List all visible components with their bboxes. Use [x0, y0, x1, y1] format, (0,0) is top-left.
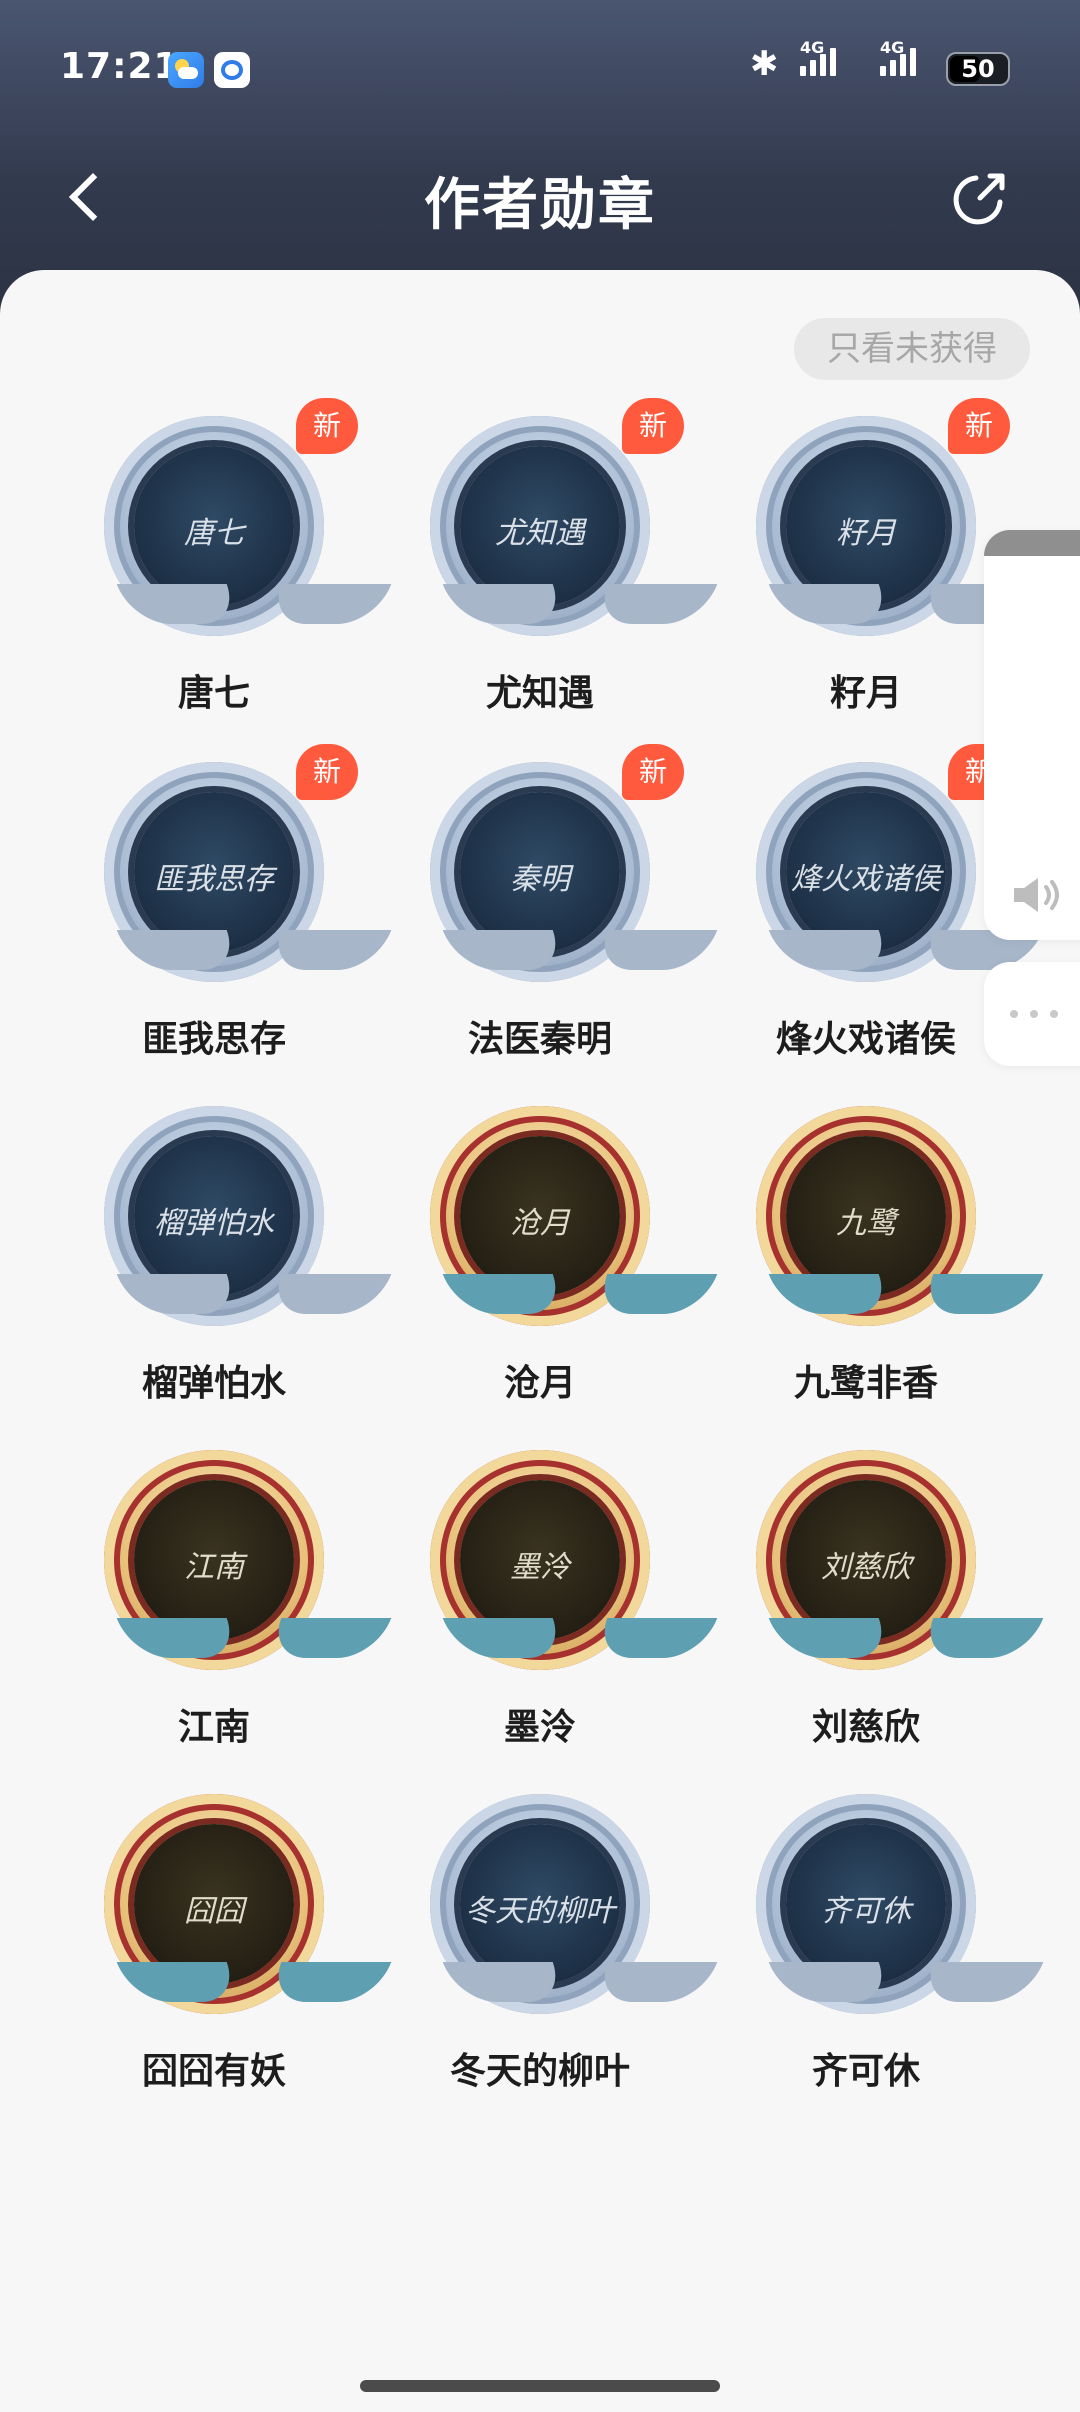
- medal-icon: 刘慈欣: [756, 1450, 976, 1670]
- badge-name: 法医秦明: [467, 1019, 612, 1060]
- signal-icon: 4G: [800, 38, 836, 88]
- badge-name: 囧囧有妖: [141, 2051, 286, 2092]
- badge-item[interactable]: 沧月 沧月: [390, 1086, 690, 1416]
- weather-icon: [168, 52, 204, 88]
- badge-item[interactable]: 九鹭 九鹭非香: [716, 1086, 1016, 1416]
- badge-item[interactable]: 刘慈欣 刘慈欣: [716, 1430, 1016, 1760]
- home-indicator[interactable]: [360, 2380, 720, 2392]
- badge-name: 烽火戏诸侯: [775, 1019, 956, 1060]
- signature-text: 江南: [184, 1550, 244, 1585]
- badge-item[interactable]: 新 匪我思存 匪我思存: [64, 742, 364, 1072]
- badge-name: 尤知遇: [485, 673, 594, 714]
- badge-item[interactable]: 新 秦明 法医秦明: [390, 742, 690, 1072]
- badge-item[interactable]: 新 尤知遇 尤知遇: [390, 396, 690, 726]
- signature-text: 墨泠: [510, 1550, 570, 1585]
- badge-item[interactable]: 江南 江南: [64, 1430, 364, 1760]
- signature-text: 刘慈欣: [821, 1550, 911, 1585]
- filter-unobtained-button[interactable]: 只看未获得: [794, 318, 1030, 380]
- new-tag: 新: [622, 398, 684, 454]
- badge-name: 九鹭非香: [793, 1363, 938, 1404]
- badge-name: 刘慈欣: [811, 1707, 920, 1748]
- new-tag: 新: [948, 398, 1010, 454]
- badge-item[interactable]: 囧囧 囧囧有妖: [64, 1774, 364, 2104]
- badge-item[interactable]: 榴弹怕水 榴弹怕水: [64, 1086, 364, 1416]
- medal-icon: 齐可休: [756, 1794, 976, 2014]
- medal-icon: 墨泠: [430, 1450, 650, 1670]
- signature-text: 秦明: [510, 862, 570, 897]
- medal-icon: 烽火戏诸侯: [756, 762, 976, 982]
- medal-icon: 秦明: [430, 762, 650, 982]
- badge-name: 榴弹怕水: [141, 1363, 286, 1404]
- medal-icon: 沧月: [430, 1106, 650, 1326]
- medal-icon: 尤知遇: [430, 416, 650, 636]
- status-bar: 17:21 ✱ 4G 4G 50: [0, 0, 1080, 140]
- medal-icon: 囧囧: [104, 1794, 324, 2014]
- battery-level: 50: [961, 55, 995, 83]
- more-dots-icon[interactable]: [1010, 1010, 1070, 1020]
- page-title: 作者勋章: [424, 173, 656, 238]
- badge-name: 沧月: [503, 1363, 576, 1404]
- badge-name: 江南: [177, 1707, 250, 1748]
- signature-text: 籽月: [836, 516, 896, 551]
- medal-icon: 匪我思存: [104, 762, 324, 982]
- new-tag: 新: [296, 744, 358, 800]
- signature-text: 九鹭: [836, 1206, 896, 1241]
- new-tag: 新: [622, 744, 684, 800]
- badge-name: 墨泠: [503, 1707, 576, 1748]
- medal-icon: 冬天的柳叶: [430, 1794, 650, 2014]
- panel-handle[interactable]: [984, 530, 1080, 556]
- status-time: 17:21: [60, 46, 180, 87]
- network-type-label: 4G: [880, 38, 905, 57]
- network-type-label: 4G: [800, 38, 825, 57]
- signature-text: 沧月: [510, 1206, 570, 1241]
- signature-text: 齐可休: [821, 1894, 911, 1929]
- signature-text: 榴弹怕水: [154, 1206, 274, 1241]
- signature-text: 唐七: [184, 516, 244, 551]
- badge-name: 唐七: [177, 673, 250, 714]
- badge-item[interactable]: 冬天的柳叶 冬天的柳叶: [390, 1774, 690, 2104]
- badge-name: 籽月: [829, 673, 902, 714]
- badge-item[interactable]: 齐可休 齐可休: [716, 1774, 1016, 2104]
- medal-icon: 籽月: [756, 416, 976, 636]
- battery-icon: 50: [946, 52, 1010, 86]
- badge-item[interactable]: 新 烽火戏诸侯 烽火戏诸侯: [716, 742, 1016, 1072]
- medal-icon: 九鹭: [756, 1106, 976, 1326]
- signature-text: 烽火戏诸侯: [791, 862, 941, 897]
- bluetooth-icon: ✱: [750, 44, 779, 84]
- speaker-icon[interactable]: [1010, 872, 1066, 918]
- badge-item[interactable]: 墨泠 墨泠: [390, 1430, 690, 1760]
- medal-icon: 唐七: [104, 416, 324, 636]
- badge-item[interactable]: 新 唐七 唐七: [64, 396, 364, 726]
- badge-name: 齐可休: [811, 2051, 920, 2092]
- signature-text: 尤知遇: [495, 516, 585, 551]
- signature-text: 囧囧: [184, 1894, 244, 1929]
- baidu-netdisk-icon: [214, 52, 250, 88]
- signature-text: 匪我思存: [154, 862, 274, 897]
- signature-text: 冬天的柳叶: [465, 1894, 615, 1929]
- new-tag: 新: [296, 398, 358, 454]
- medal-icon: 榴弹怕水: [104, 1106, 324, 1326]
- badge-item[interactable]: 新 籽月 籽月: [716, 396, 1016, 726]
- badge-name: 冬天的柳叶: [449, 2051, 630, 2092]
- share-icon[interactable]: [948, 166, 1012, 230]
- signal-icon: 4G: [880, 38, 916, 88]
- badge-name: 匪我思存: [141, 1019, 286, 1060]
- medal-icon: 江南: [104, 1450, 324, 1670]
